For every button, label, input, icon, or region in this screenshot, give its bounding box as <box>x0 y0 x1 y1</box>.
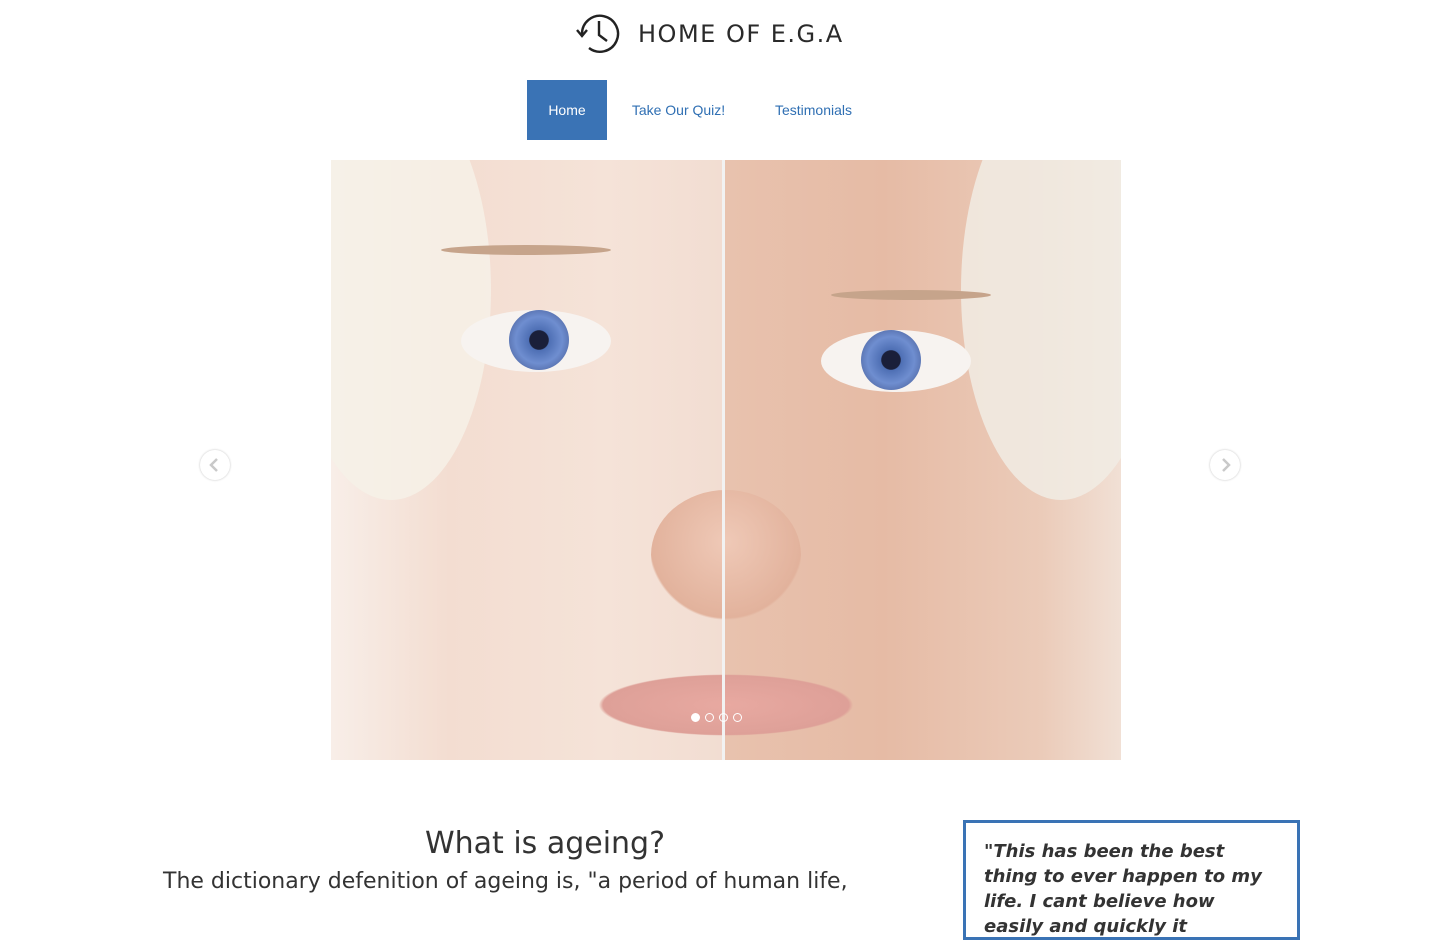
chevron-left-icon <box>209 458 218 472</box>
carousel-dot-3[interactable] <box>719 713 728 722</box>
carousel-indicators <box>691 713 742 722</box>
left-eyebrow <box>441 245 611 255</box>
nav-take-quiz[interactable]: Take Our Quiz! <box>630 80 727 140</box>
carousel-dot-4[interactable] <box>733 713 742 722</box>
nose <box>651 490 801 620</box>
carousel-next-button[interactable] <box>1210 450 1240 480</box>
testimonial-box: "This has been the best thing to ever ha… <box>963 820 1300 940</box>
testimonial-quote: "This has been the best thing to ever ha… <box>984 841 1262 937</box>
logo[interactable]: HOME OF E.G.A <box>572 8 844 60</box>
chevron-right-icon <box>1222 458 1231 472</box>
carousel-prev-button[interactable] <box>200 450 230 480</box>
site-title: HOME OF E.G.A <box>638 20 844 48</box>
left-iris <box>509 310 569 370</box>
nav-testimonials[interactable]: Testimonials <box>772 80 855 140</box>
carousel-dot-1[interactable] <box>691 713 700 722</box>
right-iris <box>861 330 921 390</box>
section-text: The dictionary defenition of ageing is, … <box>163 869 848 894</box>
split-divider <box>722 160 725 760</box>
right-eyebrow <box>831 290 991 300</box>
carousel-slide-image <box>331 160 1121 760</box>
ageing-section: What is ageing? The dictionary defenitio… <box>160 820 930 894</box>
history-clock-icon <box>576 14 620 53</box>
lips <box>581 670 871 740</box>
main-nav: Home Take Our Quiz! Testimonials <box>527 80 855 140</box>
carousel-dot-2[interactable] <box>705 713 714 722</box>
hero-carousel <box>200 160 1240 760</box>
nav-home[interactable]: Home <box>527 80 607 140</box>
section-heading: What is ageing? <box>424 826 666 861</box>
